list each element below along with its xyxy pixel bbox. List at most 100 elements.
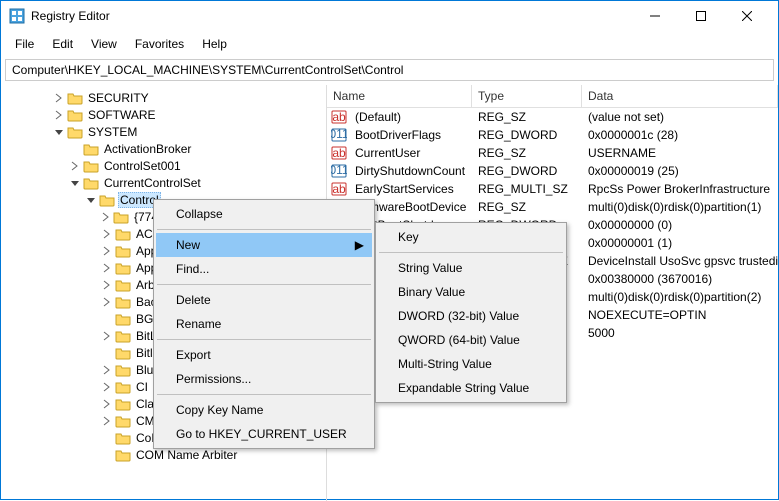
list-row[interactable]: 011BootDriverFlagsREG_DWORD0x0000001c (2… (327, 126, 778, 144)
list-row[interactable]: abFirmwareBootDeviceREG_SZmulti(0)disk(0… (327, 198, 778, 216)
tree-node[interactable]: SOFTWARE (1, 106, 326, 123)
menu-favorites[interactable]: Favorites (127, 33, 192, 55)
submenu-arrow-icon: ▶ (355, 238, 364, 252)
ctx-new-expand[interactable]: Expandable String Value (378, 376, 564, 400)
expand-icon[interactable] (101, 398, 113, 410)
ctx-permissions[interactable]: Permissions... (156, 367, 372, 391)
menu-help[interactable]: Help (194, 33, 235, 55)
svg-text:ab: ab (332, 110, 346, 124)
expand-icon[interactable] (101, 245, 113, 257)
expand-icon[interactable] (101, 415, 113, 427)
context-menu-tree: Collapse New ▶ Find... Delete Rename Exp… (153, 199, 375, 449)
expand-icon[interactable] (101, 381, 113, 393)
ctx-new[interactable]: New ▶ (156, 233, 372, 257)
cell-data: 0x00380000 (3670016) (582, 272, 778, 286)
expand-icon[interactable] (53, 109, 65, 121)
expand-icon[interactable] (101, 330, 113, 342)
expand-icon[interactable] (101, 347, 113, 359)
tree-label: CI (134, 380, 150, 394)
expand-icon[interactable] (101, 432, 113, 444)
separator (157, 229, 371, 230)
folder-icon (115, 312, 131, 326)
folder-icon (83, 142, 99, 156)
expand-icon[interactable] (101, 296, 113, 308)
folder-icon (115, 363, 131, 377)
folder-icon (113, 210, 129, 224)
maximize-button[interactable] (678, 1, 724, 31)
ctx-find[interactable]: Find... (156, 257, 372, 281)
list-row[interactable]: 011DirtyShutdownCountREG_DWORD0x00000019… (327, 162, 778, 180)
ctx-new-binary[interactable]: Binary Value (378, 280, 564, 304)
context-menu-new: Key String Value Binary Value DWORD (32-… (375, 222, 567, 403)
tree-node[interactable]: CurrentControlSet (1, 174, 326, 191)
expand-icon[interactable] (69, 160, 81, 172)
ctx-new-multi[interactable]: Multi-String Value (378, 352, 564, 376)
list-row[interactable]: ab(Default)REG_SZ(value not set) (327, 108, 778, 126)
expand-icon[interactable] (101, 262, 113, 274)
cell-type: REG_SZ (472, 200, 582, 214)
column-type[interactable]: Type (472, 85, 582, 107)
expand-icon[interactable] (101, 449, 113, 461)
close-button[interactable] (724, 1, 770, 31)
menubar: File Edit View Favorites Help (1, 31, 778, 57)
expand-icon[interactable] (101, 313, 113, 325)
separator (157, 284, 371, 285)
folder-icon (115, 397, 131, 411)
ctx-export[interactable]: Export (156, 343, 372, 367)
cell-data: NOEXECUTE=OPTIN (582, 308, 778, 322)
tree-node[interactable]: ActivationBroker (1, 140, 326, 157)
folder-icon (83, 176, 99, 190)
expand-icon[interactable] (69, 143, 81, 155)
list-row[interactable]: abCurrentUserREG_SZUSERNAME (327, 144, 778, 162)
tree-node[interactable]: SYSTEM (1, 123, 326, 140)
ctx-goto-hkcu[interactable]: Go to HKEY_CURRENT_USER (156, 422, 372, 446)
tree-label: SOFTWARE (86, 108, 158, 122)
expand-icon[interactable] (101, 211, 111, 223)
expand-icon[interactable] (101, 228, 113, 240)
value-icon: ab (331, 181, 347, 197)
address-bar[interactable]: Computer\HKEY_LOCAL_MACHINE\SYSTEM\Curre… (5, 59, 774, 81)
cell-data: 5000 (582, 326, 778, 340)
svg-text:ab: ab (332, 182, 346, 196)
tree-node[interactable]: SECURITY (1, 89, 326, 106)
tree-label: COM Name Arbiter (134, 448, 239, 462)
menu-edit[interactable]: Edit (44, 33, 81, 55)
expand-icon[interactable] (101, 364, 113, 376)
cell-data: 0x00000000 (0) (582, 218, 778, 232)
tree-node[interactable]: ControlSet001 (1, 157, 326, 174)
column-data[interactable]: Data (582, 85, 778, 107)
folder-icon (83, 159, 99, 173)
expand-icon[interactable] (85, 194, 97, 206)
cell-data: DeviceInstall UsoSvc gpsvc trustedinstal… (582, 254, 778, 268)
ctx-new-dword[interactable]: DWORD (32-bit) Value (378, 304, 564, 328)
cell-data: RpcSs Power BrokerInfrastructure (582, 182, 778, 196)
ctx-new-key[interactable]: Key (378, 225, 564, 249)
cell-type: REG_SZ (472, 146, 582, 160)
cell-data: 0x00000001 (1) (582, 236, 778, 250)
folder-icon (115, 295, 131, 309)
separator (157, 339, 371, 340)
cell-data: multi(0)disk(0)rdisk(0)partition(1) (582, 200, 778, 214)
ctx-collapse[interactable]: Collapse (156, 202, 372, 226)
ctx-new-string[interactable]: String Value (378, 256, 564, 280)
menu-view[interactable]: View (83, 33, 125, 55)
separator (157, 394, 371, 395)
expand-icon[interactable] (53, 126, 65, 138)
svg-text:011: 011 (331, 163, 347, 177)
expand-icon[interactable] (69, 177, 81, 189)
ctx-copy-key[interactable]: Copy Key Name (156, 398, 372, 422)
folder-icon (67, 91, 83, 105)
cell-name: CurrentUser (349, 146, 472, 160)
cell-type: REG_DWORD (472, 164, 582, 178)
list-row[interactable]: abEarlyStartServicesREG_MULTI_SZRpcSs Po… (327, 180, 778, 198)
menu-file[interactable]: File (7, 33, 42, 55)
ctx-rename[interactable]: Rename (156, 312, 372, 336)
minimize-button[interactable] (632, 1, 678, 31)
expand-icon[interactable] (53, 92, 65, 104)
column-name[interactable]: Name (327, 85, 472, 107)
expand-icon[interactable] (101, 279, 113, 291)
folder-icon (115, 346, 131, 360)
ctx-delete[interactable]: Delete (156, 288, 372, 312)
ctx-new-qword[interactable]: QWORD (64-bit) Value (378, 328, 564, 352)
cell-type: REG_MULTI_SZ (472, 182, 582, 196)
